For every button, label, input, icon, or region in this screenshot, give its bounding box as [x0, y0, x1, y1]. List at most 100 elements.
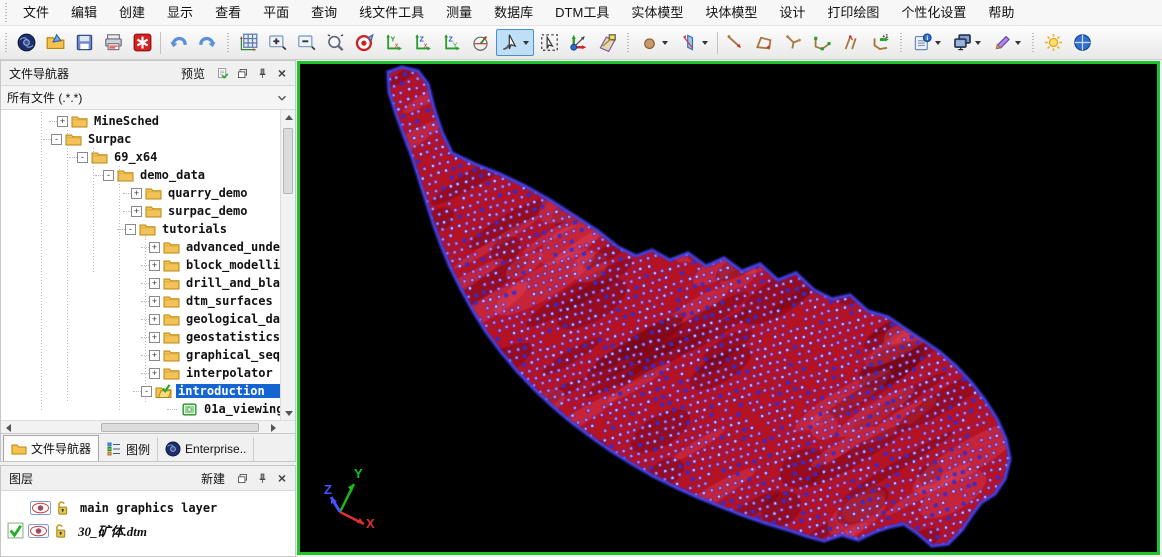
- tree-item[interactable]: +quarry_demo: [1, 184, 280, 202]
- scroll-right-icon[interactable]: [266, 421, 280, 434]
- zoom-all-button[interactable]: [235, 29, 262, 56]
- tree-item[interactable]: +graphical_seque: [1, 346, 280, 364]
- menu-item[interactable]: DTM工具: [544, 0, 620, 25]
- float-panel-icon[interactable]: [233, 64, 251, 82]
- report-info-button[interactable]: i: [908, 29, 946, 56]
- dropdown-arrow-icon[interactable]: [662, 41, 668, 45]
- displays-button[interactable]: [948, 29, 986, 56]
- expand-plus-icon[interactable]: +: [149, 332, 160, 343]
- tree-item[interactable]: +surpac_demo: [1, 202, 280, 220]
- graphics-canvas[interactable]: [300, 64, 1158, 552]
- zoom-out-button[interactable]: [293, 29, 320, 56]
- layer-checkbox-checked[interactable]: [7, 522, 24, 539]
- dropdown-arrow-icon[interactable]: [975, 41, 981, 45]
- tree-item[interactable]: +geological_dat: [1, 310, 280, 328]
- menu-item[interactable]: 个性化设置: [890, 0, 977, 25]
- edit-pencil-button[interactable]: [988, 29, 1026, 56]
- dropdown-arrow-icon[interactable]: [702, 41, 708, 45]
- expand-plus-icon[interactable]: +: [149, 242, 160, 253]
- digitise-segment-button[interactable]: [809, 29, 836, 56]
- print-button[interactable]: [100, 29, 127, 56]
- expand-plus-icon[interactable]: +: [149, 296, 160, 307]
- axis-zy-button[interactable]: ZY: [438, 29, 465, 56]
- preview-button[interactable]: 预览: [175, 65, 211, 82]
- section-plane-button[interactable]: [675, 29, 713, 56]
- open-button[interactable]: [42, 29, 69, 56]
- menu-item[interactable]: 数据库: [483, 0, 544, 25]
- pin-panel-icon[interactable]: [253, 469, 271, 487]
- collapse-minus-icon[interactable]: -: [141, 386, 152, 397]
- preview-icon[interactable]: [213, 64, 231, 82]
- zoom-in-button[interactable]: [264, 29, 291, 56]
- tree-item[interactable]: -demo_data: [1, 166, 280, 184]
- scroll-down-icon[interactable]: [281, 406, 295, 420]
- menu-item[interactable]: 帮助: [977, 0, 1025, 25]
- new-layer-button[interactable]: 新建: [195, 470, 231, 487]
- tree-item[interactable]: +advanced_underg: [1, 238, 280, 256]
- tree-horizontal-scrollbar[interactable]: [1, 420, 295, 433]
- digitise-polygon-button[interactable]: [751, 29, 778, 56]
- layer-lock-icon[interactable]: [55, 500, 70, 516]
- tab-folder-tab[interactable]: 文件导航器: [3, 435, 99, 461]
- select-mode-button[interactable]: [496, 29, 534, 56]
- tree-item[interactable]: +interpolator: [1, 364, 280, 382]
- dropdown-arrow-icon[interactable]: [523, 41, 529, 45]
- save-button[interactable]: [71, 29, 98, 56]
- expand-plus-icon[interactable]: +: [149, 314, 160, 325]
- reset-button[interactable]: [129, 29, 156, 56]
- tree-item[interactable]: +drill_and_blast: [1, 274, 280, 292]
- viewport-3d[interactable]: Y Z X: [297, 61, 1160, 555]
- toolbar-grip[interactable]: [1030, 33, 1036, 53]
- collapse-minus-icon[interactable]: -: [103, 170, 114, 181]
- file-filter-select[interactable]: 所有文件 (.*.*): [1, 86, 295, 110]
- scrollbar-thumb[interactable]: [283, 128, 293, 194]
- layer-visibility-eye-icon[interactable]: [30, 501, 51, 515]
- redo-button[interactable]: [194, 29, 221, 56]
- expand-plus-icon[interactable]: +: [149, 260, 160, 271]
- menu-item[interactable]: 线文件工具: [348, 0, 435, 25]
- expand-plus-icon[interactable]: +: [131, 188, 142, 199]
- menu-grip[interactable]: [3, 3, 9, 23]
- rotate-view-button[interactable]: [467, 29, 494, 56]
- toolbar-grip[interactable]: [625, 33, 631, 53]
- sphere-button[interactable]: [1069, 29, 1096, 56]
- tree-item[interactable]: -69_x64: [1, 148, 280, 166]
- tree-item[interactable]: 01a_viewing: [1, 400, 280, 418]
- dropdown-arrow-icon[interactable]: [935, 41, 941, 45]
- collapse-minus-icon[interactable]: -: [125, 224, 136, 235]
- tree-vertical-scrollbar[interactable]: [280, 110, 295, 420]
- axis-zx-button[interactable]: Zx: [409, 29, 436, 56]
- menu-item[interactable]: 文件: [12, 0, 60, 25]
- menu-item[interactable]: 编辑: [60, 0, 108, 25]
- digitise-zigzag-button[interactable]: [838, 29, 865, 56]
- float-panel-icon[interactable]: [233, 469, 251, 487]
- menu-item[interactable]: 显示: [156, 0, 204, 25]
- scrollbar-thumb[interactable]: [101, 423, 259, 432]
- menu-item[interactable]: 查看: [204, 0, 252, 25]
- expand-plus-icon[interactable]: +: [131, 206, 142, 217]
- menu-item[interactable]: 实体模型: [620, 0, 694, 25]
- digitise-append-button[interactable]: +1: [867, 29, 894, 56]
- move-3d-button[interactable]: [565, 29, 592, 56]
- close-panel-icon[interactable]: ×: [273, 64, 291, 82]
- tree-item[interactable]: -tutorials: [1, 220, 280, 238]
- plane-view-button[interactable]: [594, 29, 621, 56]
- tree-item[interactable]: +geostatistics: [1, 328, 280, 346]
- tree-item[interactable]: -introduction: [1, 382, 280, 400]
- menu-item[interactable]: 平面: [252, 0, 300, 25]
- toolbar-grip[interactable]: [225, 33, 231, 53]
- menu-item[interactable]: 测量: [435, 0, 483, 25]
- dropdown-arrow-icon[interactable]: [1015, 41, 1021, 45]
- axis-xy-button[interactable]: Yx: [380, 29, 407, 56]
- expand-plus-icon[interactable]: +: [149, 278, 160, 289]
- menu-item[interactable]: 设计: [768, 0, 816, 25]
- tree-item[interactable]: -Surpac: [1, 130, 280, 148]
- menu-item[interactable]: 块体模型: [694, 0, 768, 25]
- tree-item[interactable]: +block_modelling: [1, 256, 280, 274]
- world-button[interactable]: [13, 29, 40, 56]
- zoom-window-button[interactable]: [322, 29, 349, 56]
- collapse-minus-icon[interactable]: -: [77, 152, 88, 163]
- expand-plus-icon[interactable]: +: [149, 350, 160, 361]
- undo-button[interactable]: [165, 29, 192, 56]
- layer-visibility-eye-icon[interactable]: [28, 524, 49, 538]
